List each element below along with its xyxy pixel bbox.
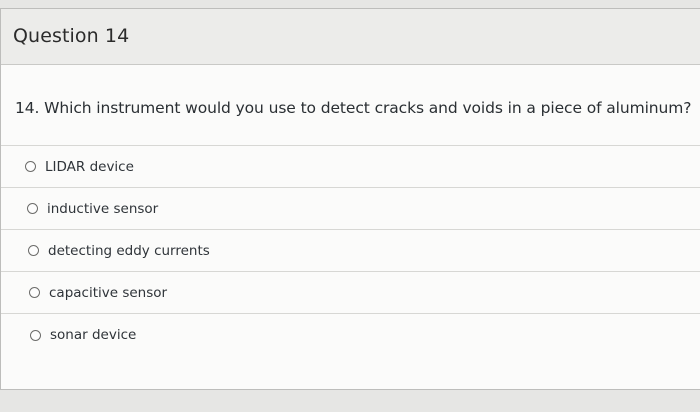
answer-label[interactable]: LIDAR device bbox=[45, 159, 134, 175]
answer-label[interactable]: capacitive sensor bbox=[49, 285, 167, 301]
radio-button-icon[interactable] bbox=[28, 245, 39, 256]
question-text: 14. Which instrument would you use to de… bbox=[15, 99, 692, 117]
question-header: Question 14 bbox=[1, 9, 700, 65]
answer-option-eddy[interactable]: detecting eddy currents bbox=[1, 230, 700, 272]
question-title: Question 14 bbox=[13, 25, 130, 47]
question-body: 14. Which instrument would you use to de… bbox=[1, 99, 700, 356]
radio-button-icon[interactable] bbox=[25, 161, 36, 172]
answer-option-inductive[interactable]: inductive sensor bbox=[1, 188, 700, 230]
question-card: Question 14 14. Which instrument would y… bbox=[0, 8, 700, 390]
answer-option-capacitive[interactable]: capacitive sensor bbox=[1, 272, 700, 314]
answer-label[interactable]: sonar device bbox=[50, 327, 136, 343]
radio-button-icon[interactable] bbox=[30, 329, 41, 341]
answer-list: LIDAR device inductive sensor detecting … bbox=[1, 146, 700, 356]
answer-label[interactable]: inductive sensor bbox=[47, 201, 158, 217]
radio-button-icon[interactable] bbox=[29, 287, 40, 298]
answer-option-lidar[interactable]: LIDAR device bbox=[1, 146, 700, 188]
answer-label[interactable]: detecting eddy currents bbox=[48, 243, 210, 259]
radio-button-icon[interactable] bbox=[27, 203, 38, 214]
answer-option-sonar[interactable]: sonar device bbox=[1, 314, 700, 356]
